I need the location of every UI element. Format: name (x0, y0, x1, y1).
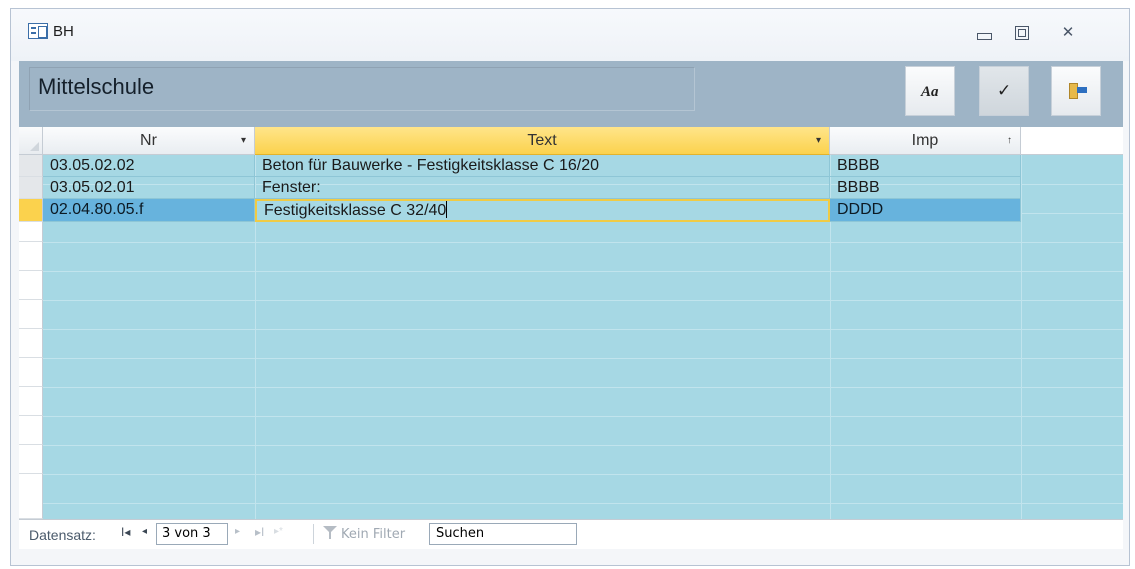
filter-icon[interactable] (323, 526, 337, 540)
title-bar[interactable]: BH ✕ (11, 9, 1129, 61)
datasheet-grid[interactable]: Nr ▾ Text ▾ Imp ↑ 03.05.02.02 Beton für … (19, 127, 1123, 519)
font-icon: Aa (921, 84, 939, 100)
first-record-icon[interactable]: I◂ (121, 525, 130, 539)
record-label: Datensatz: (29, 527, 96, 543)
record-selector-empty (19, 300, 43, 329)
column-header-text[interactable]: Text ▾ (255, 127, 830, 155)
sort-dropdown-icon[interactable]: ▾ (816, 127, 821, 154)
record-selector-empty (19, 416, 43, 445)
next-record-icon: ▸ (235, 526, 241, 537)
record-navigation-bar: Datensatz: I◂ ◂ 3 von 3 ▸ ▸I ▸* Kein Fil… (19, 519, 1123, 549)
restore-icon[interactable] (1011, 23, 1033, 43)
record-selector-new[interactable] (19, 222, 43, 242)
record-selector-current[interactable] (19, 199, 43, 222)
sort-dropdown-icon[interactable]: ▾ (241, 127, 246, 154)
confirm-button[interactable]: ✓ (979, 66, 1029, 116)
record-selector-empty (19, 358, 43, 387)
text-cursor (446, 201, 448, 218)
cell-text-editing[interactable]: Festigkeitsklasse C 32/40 (255, 199, 830, 222)
record-selector[interactable] (19, 177, 43, 199)
form-window: BH ✕ Mittelschule Aa ✓ Nr ▾ Text ▾ Imp ↑… (10, 8, 1130, 566)
record-selector-empty (19, 474, 43, 519)
new-record-icon: ▸* (274, 526, 283, 537)
previous-record-icon[interactable]: ◂ (142, 526, 147, 537)
cell-imp[interactable]: DDDD (830, 199, 1021, 222)
separator (313, 524, 314, 544)
filter-status[interactable]: Kein Filter (341, 527, 405, 542)
checkmark-icon: ✓ (997, 81, 1012, 100)
header-filler (1021, 127, 1123, 155)
column-header-nr[interactable]: Nr ▾ (43, 127, 255, 155)
search-input[interactable]: Suchen (429, 523, 577, 545)
sort-ascending-icon[interactable]: ↑ (1007, 127, 1012, 154)
cell-imp[interactable]: BBBB (830, 177, 1021, 199)
cell-text[interactable]: Fenster: (255, 177, 830, 199)
form-icon (28, 23, 48, 39)
cell-nr[interactable]: 02.04.80.05.f (43, 199, 255, 222)
record-selector[interactable] (19, 155, 43, 177)
font-button[interactable]: Aa (905, 66, 955, 116)
record-selector-empty (19, 242, 43, 271)
current-record-input[interactable]: 3 von 3 (156, 523, 228, 545)
last-record-icon: ▸I (255, 525, 265, 539)
window-title: BH (53, 23, 74, 40)
form-heading: Mittelschule (29, 67, 695, 111)
cell-nr[interactable]: 03.05.02.02 (43, 155, 255, 177)
cell-imp[interactable]: BBBB (830, 155, 1021, 177)
record-selector-empty (19, 387, 43, 416)
close-icon[interactable]: ✕ (1057, 23, 1079, 43)
record-selector-empty (19, 445, 43, 474)
exit-button[interactable] (1051, 66, 1101, 116)
form-header: Mittelschule Aa ✓ (19, 61, 1123, 127)
record-selector-empty (19, 329, 43, 358)
cell-text[interactable]: Beton für Bauwerke - Festigkeitsklasse C… (255, 155, 830, 177)
record-selector-empty (19, 271, 43, 300)
select-all-corner[interactable] (19, 127, 43, 155)
column-header-imp[interactable]: Imp ↑ (830, 127, 1021, 155)
cell-nr[interactable]: 03.05.02.01 (43, 177, 255, 199)
minimize-icon[interactable] (973, 23, 995, 43)
exit-door-icon (1069, 81, 1087, 101)
